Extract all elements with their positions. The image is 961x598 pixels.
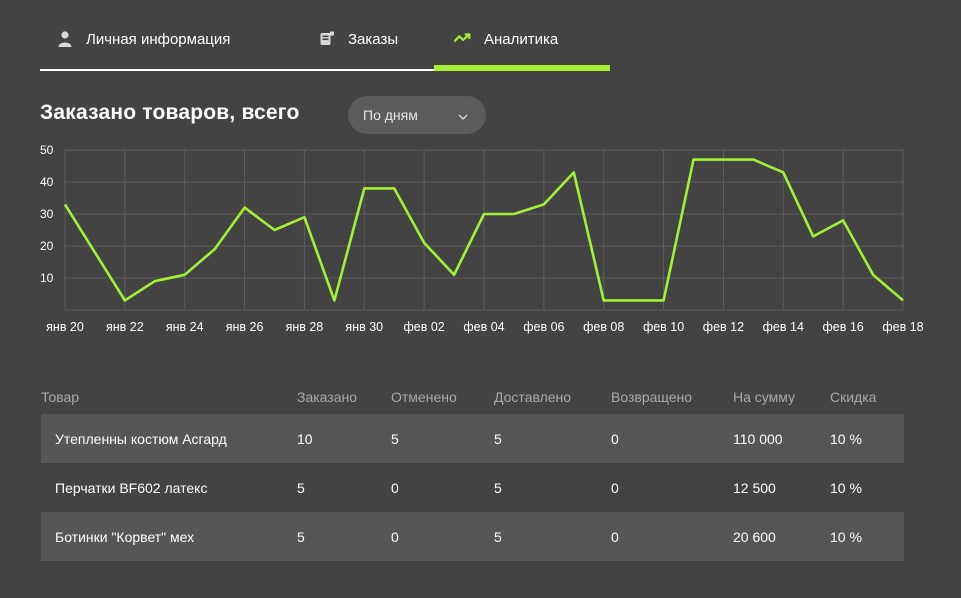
active-tab-indicator	[434, 65, 610, 71]
chevron-down-icon	[458, 107, 468, 123]
x-tick-label: янв 22	[106, 320, 144, 334]
x-tick-label: фев 02	[404, 320, 445, 334]
x-tick-label: фев 08	[583, 320, 624, 334]
x-tick-label: янв 20	[46, 320, 84, 334]
cancelled-count: 0	[391, 479, 399, 496]
total-sum: 110 000	[733, 430, 783, 447]
product-name: Ботинки "Корвет" мех	[55, 528, 195, 545]
header-cell: Доставлено	[494, 389, 572, 405]
table-row[interactable]: Перчатки BF602 латекс 5 0 5 0 12 500 10 …	[41, 463, 904, 512]
discount: 10 %	[830, 528, 862, 545]
x-tick-label: янв 28	[286, 320, 324, 334]
product-name: Утепленны костюм Асгард	[55, 430, 227, 447]
total-sum: 12 500	[733, 479, 776, 496]
tab-orders[interactable]: Заказы	[318, 30, 398, 48]
tab-bar: Личная информация Заказы Аналитика	[40, 0, 610, 72]
section-title: Заказано товаров, всего	[40, 101, 300, 124]
y-tick-label: 40	[40, 175, 54, 189]
tab-underline	[40, 69, 434, 71]
products-table: Товар Заказано Отменено Доставлено Возвр…	[41, 380, 904, 561]
user-icon	[56, 30, 74, 48]
orders-line-chart: 10 20 30 40 50 янв 20 янв 22 янв 24 янв 26 янв 28…	[40, 143, 924, 334]
delivered-count: 5	[494, 430, 502, 447]
ordered-count: 10	[297, 430, 313, 447]
returned-count: 0	[611, 479, 619, 496]
x-tick-label: фев 06	[523, 320, 564, 334]
period-select-value: По дням	[363, 107, 418, 123]
header-cell: Отменено	[391, 389, 457, 405]
delivered-count: 5	[494, 479, 502, 496]
y-tick-label: 20	[40, 239, 54, 253]
x-tick-label: фев 12	[703, 320, 744, 334]
table-row[interactable]: Ботинки "Корвет" мех 5 0 5 0 20 600 10 %	[41, 512, 904, 561]
delivered-count: 5	[494, 528, 502, 545]
trend-icon	[454, 30, 472, 48]
header-cell: Заказано	[297, 389, 358, 405]
x-tick-label: фев 04	[463, 320, 504, 334]
returned-count: 0	[611, 528, 619, 545]
header-cell: Возвращено	[611, 389, 693, 405]
table-row[interactable]: Утепленны костюм Асгард 10 5 5 0 110 000…	[41, 414, 904, 463]
period-select[interactable]: По дням	[348, 96, 486, 134]
returned-count: 0	[611, 430, 619, 447]
x-tick-label: янв 30	[345, 320, 383, 334]
y-tick-label: 30	[40, 207, 54, 221]
discount: 10 %	[830, 479, 862, 496]
discount: 10 %	[830, 430, 862, 447]
x-tick-label: фев 14	[763, 320, 804, 334]
ordered-count: 5	[297, 528, 305, 545]
x-tick-label: фев 16	[823, 320, 864, 334]
tab-label: Личная информация	[86, 30, 231, 48]
x-tick-label: янв 26	[226, 320, 264, 334]
y-tick-label: 10	[40, 271, 54, 285]
x-tick-label: фев 18	[882, 320, 923, 334]
cancelled-count: 5	[391, 430, 399, 447]
header-cell: Товар	[41, 389, 80, 405]
total-sum: 20 600	[733, 528, 776, 545]
header-cell: На сумму	[733, 389, 796, 405]
x-tick-label: янв 24	[166, 320, 204, 334]
cancelled-count: 0	[391, 528, 399, 545]
tab-personal-info[interactable]: Личная информация	[56, 30, 230, 48]
orders-icon	[318, 30, 336, 48]
tab-analytics[interactable]: Аналитика	[454, 30, 558, 48]
product-name: Перчатки BF602 латекс	[55, 479, 208, 496]
tab-label: Аналитика	[484, 30, 559, 48]
y-tick-label: 50	[40, 143, 54, 157]
tab-label: Заказы	[348, 30, 399, 48]
ordered-count: 5	[297, 479, 305, 496]
header-cell: Скидка	[830, 389, 877, 405]
table-header: Товар Заказано Отменено Доставлено Возвр…	[41, 380, 904, 414]
x-tick-label: фев 10	[643, 320, 684, 334]
